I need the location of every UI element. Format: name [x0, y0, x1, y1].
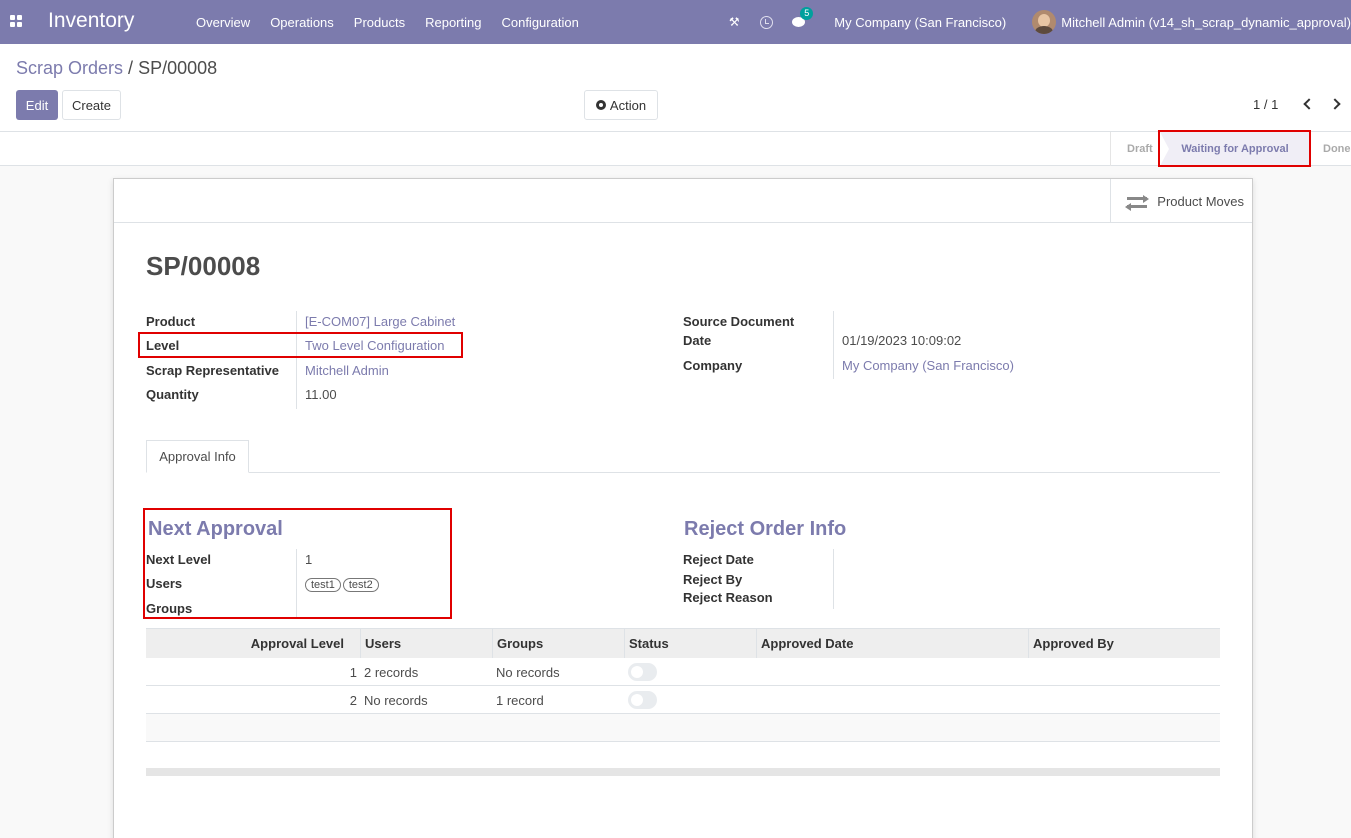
action-button[interactable]: Action — [584, 90, 658, 120]
stage-draft[interactable]: Draft — [1110, 132, 1160, 166]
col-users[interactable]: Users — [360, 629, 492, 658]
pager-value[interactable]: 1 / 1 — [1253, 97, 1278, 112]
bug-icon[interactable]: ⚒ — [726, 14, 742, 30]
cell-groups: No records — [496, 664, 560, 680]
cell-groups: 1 record — [496, 692, 544, 708]
user-tag[interactable]: test1 — [305, 578, 341, 592]
users-label: Users — [146, 576, 183, 591]
user-avatar[interactable] — [1032, 10, 1057, 34]
company-label: Company — [683, 358, 743, 373]
status-toggle[interactable] — [628, 663, 657, 681]
quantity-value[interactable]: 11.00 — [305, 387, 337, 402]
form-sheet: Product Moves SP/00008 Product [E-COM07]… — [113, 178, 1253, 838]
users-tags: test1 test2 — [305, 576, 381, 592]
company-switcher[interactable]: My Company (San Francisco) — [834, 15, 1006, 30]
groups-label: Groups — [146, 601, 193, 616]
breadcrumb-scrap-orders[interactable]: Scrap Orders — [16, 58, 123, 78]
scrap-representative-label: Scrap Representative — [146, 363, 279, 378]
cell-users: No records — [364, 692, 428, 708]
reject-date-label: Reject Date — [683, 552, 754, 567]
menu-operations[interactable]: Operations — [260, 15, 344, 30]
date-label: Date — [683, 333, 712, 348]
user-menu[interactable]: Mitchell Admin (v14_sh_scrap_dynamic_app… — [1061, 15, 1351, 30]
cell-level: 2 — [349, 692, 357, 708]
action-label: Action — [609, 97, 647, 113]
tab-approval-info[interactable]: Approval Info — [146, 440, 249, 473]
status-toggle[interactable] — [628, 691, 657, 709]
cell-level: 1 — [349, 664, 357, 680]
approval-table: Approval Level Users Groups Status Appro… — [146, 628, 1220, 742]
menu-configuration[interactable]: Configuration — [491, 15, 588, 30]
menu-overview[interactable]: Overview — [186, 15, 260, 30]
breadcrumb-separator: / — [123, 58, 139, 78]
col-groups[interactable]: Groups — [492, 629, 624, 658]
menu-products[interactable]: Products — [344, 15, 415, 30]
company-value[interactable]: My Company (San Francisco) — [842, 358, 1014, 373]
exchange-arrows-icon — [1125, 194, 1149, 211]
activity-clock-icon[interactable] — [758, 14, 774, 30]
cell-status — [628, 686, 657, 714]
date-value[interactable]: 01/19/2023 10:09:02 — [842, 333, 961, 348]
product-moves-label: Product Moves — [1157, 193, 1244, 209]
field-separator — [833, 311, 834, 379]
stage-done[interactable]: Done — [1310, 132, 1351, 166]
stage-waiting-for-approval[interactable]: Waiting for Approval — [1160, 132, 1310, 166]
record-title: SP/00008 — [146, 251, 261, 281]
clock-icon — [759, 15, 773, 29]
cell-users: 2 records — [364, 664, 419, 680]
reject-order-info-heading: Reject Order Info — [684, 518, 847, 540]
breadcrumb: Scrap Orders / SP/00008 — [16, 58, 217, 79]
pager-next-icon[interactable] — [1329, 98, 1341, 110]
table-row[interactable]: 1 2 records No records — [146, 658, 1220, 686]
field-separator — [833, 549, 834, 609]
app-name[interactable]: Inventory — [48, 9, 134, 33]
scrap-representative-value[interactable]: Mitchell Admin — [305, 363, 389, 378]
level-label: Level — [146, 338, 180, 353]
product-label: Product — [146, 314, 196, 329]
table-footer — [146, 768, 1220, 776]
next-level-value: 1 — [305, 552, 313, 567]
quantity-label: Quantity — [146, 387, 199, 402]
status-bar: Draft Waiting for Approval Done — [0, 132, 1351, 166]
col-approved-date[interactable]: Approved Date — [756, 629, 1028, 658]
main-menu: Overview Operations Products Reporting C… — [186, 0, 589, 44]
table-row[interactable]: 2 No records 1 record — [146, 686, 1220, 714]
gear-icon — [595, 100, 606, 110]
level-value[interactable]: Two Level Configuration — [305, 338, 444, 353]
edit-button[interactable]: Edit — [16, 90, 58, 120]
pager-previous-icon[interactable] — [1303, 98, 1315, 110]
apps-menu-icon[interactable] — [10, 15, 23, 28]
col-status[interactable]: Status — [624, 629, 756, 658]
cell-status — [628, 658, 657, 686]
reject-reason-label: Reject Reason — [683, 590, 773, 605]
table-empty-row — [146, 714, 1220, 742]
top-navbar: Inventory Overview Operations Products R… — [0, 0, 1351, 44]
breadcrumb-current: SP/00008 — [138, 58, 218, 78]
col-approval-level[interactable]: Approval Level — [146, 629, 360, 658]
stage-chevron — [1160, 132, 1169, 166]
button-box: Product Moves — [114, 179, 1252, 223]
user-tag[interactable]: test2 — [342, 578, 379, 592]
product-moves-button[interactable]: Product Moves — [1110, 179, 1252, 223]
systray: ⚒ 5 My Company (San Francisco) Mitchell … — [718, 0, 1351, 44]
tab-bar — [146, 472, 1220, 473]
table-header: Approval Level Users Groups Status Appro… — [146, 628, 1220, 658]
source-document-label: Source Document — [683, 314, 795, 329]
field-separator — [296, 549, 297, 619]
col-approved-by[interactable]: Approved By — [1028, 629, 1220, 658]
product-value[interactable]: [E-COM07] Large Cabinet — [305, 314, 455, 329]
next-level-label: Next Level — [146, 552, 212, 567]
reject-by-label: Reject By — [683, 572, 743, 587]
messages-badge: 5 — [800, 7, 814, 20]
field-separator — [296, 311, 297, 409]
messages-icon[interactable]: 5 — [790, 7, 814, 30]
menu-reporting[interactable]: Reporting — [415, 15, 491, 30]
next-approval-heading: Next Approval — [148, 518, 283, 540]
control-panel: Scrap Orders / SP/00008 Edit Create Acti… — [0, 44, 1351, 132]
create-button[interactable]: Create — [62, 90, 121, 120]
